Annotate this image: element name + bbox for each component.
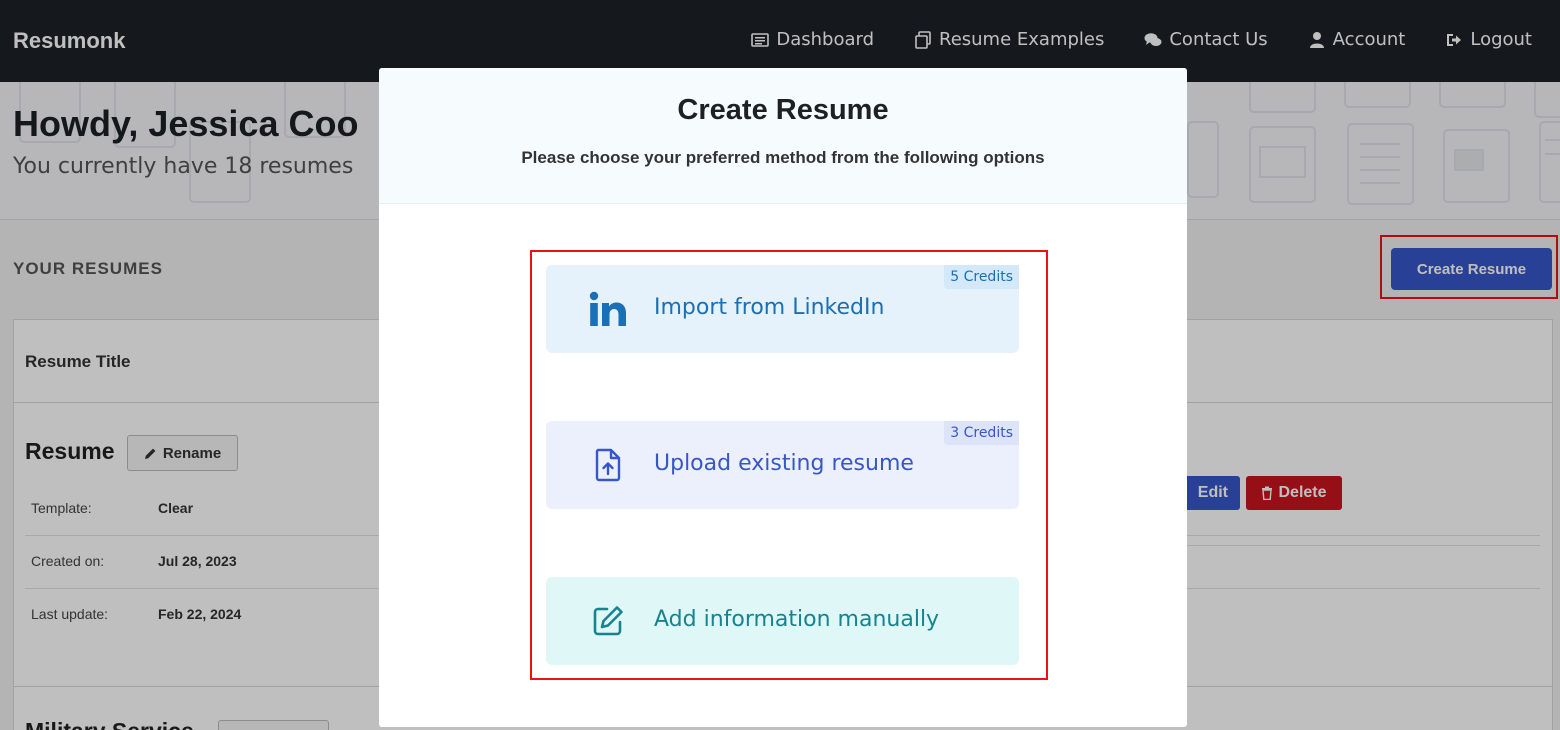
linkedin-icon — [588, 289, 628, 329]
option-upload-label: Upload existing resume — [654, 451, 914, 476]
option-import-linkedin[interactable]: Import from LinkedIn 5 Credits — [546, 265, 1019, 353]
option-linkedin-label: Import from LinkedIn — [654, 295, 885, 320]
credits-badge: 3 Credits — [944, 421, 1019, 445]
modal-subtitle: Please choose your preferred method from… — [521, 148, 1045, 167]
modal-title: Create Resume — [677, 94, 889, 126]
option-add-manually[interactable]: Add information manually — [546, 577, 1019, 665]
credits-badge: 5 Credits — [944, 265, 1019, 289]
edit-icon — [588, 601, 628, 641]
create-resume-modal: Create Resume Please choose your preferr… — [379, 68, 1187, 727]
option-upload-resume[interactable]: Upload existing resume 3 Credits — [546, 421, 1019, 509]
option-manual-label: Add information manually — [654, 607, 940, 632]
modal-header: Create Resume Please choose your preferr… — [379, 68, 1187, 204]
file-upload-icon — [588, 445, 628, 485]
